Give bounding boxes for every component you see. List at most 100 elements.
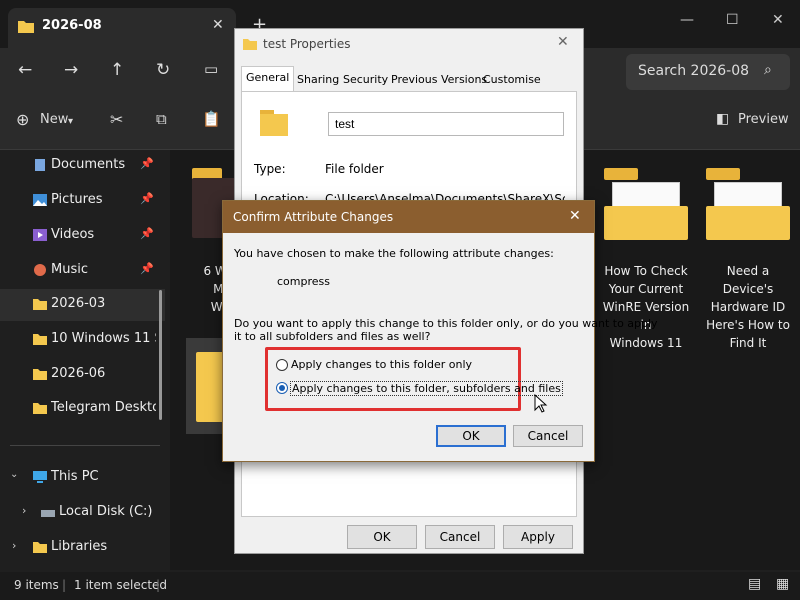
tab-sharing[interactable]: Sharing xyxy=(293,69,343,91)
folder-icon xyxy=(33,299,47,310)
tiles-view-icon[interactable]: ▦ xyxy=(776,576,789,592)
sidebar-item-2026-03[interactable]: 2026-03 xyxy=(0,289,165,321)
cut-icon[interactable]: ✂ xyxy=(110,110,123,129)
dialog-title: test Properties xyxy=(263,37,351,51)
confirm-attribute-changes-dialog: Confirm Attribute Changes ✕ You have cho… xyxy=(222,200,658,462)
folder-front xyxy=(706,206,790,240)
preview-button[interactable]: Preview xyxy=(738,112,789,127)
videos-icon xyxy=(33,229,47,241)
sidebar-item-documents[interactable]: Documents 📌 xyxy=(0,150,165,182)
sidebar-item-telegram-desktop[interactable]: Telegram Desktop xyxy=(0,393,165,425)
monitor-icon[interactable]: ▭ xyxy=(204,60,218,78)
folder-icon xyxy=(243,39,257,50)
radio-folder-only[interactable] xyxy=(276,359,288,371)
folder-icon xyxy=(33,369,47,380)
maximize-icon[interactable]: ☐ xyxy=(726,12,739,28)
file-item[interactable] xyxy=(706,168,790,244)
sidebar-item-label: This PC xyxy=(51,469,99,484)
question-line-2: it to all subfolders and files as well? xyxy=(234,330,431,343)
sidebar-item-label: 10 Windows 11 Setti xyxy=(51,331,156,346)
close-icon[interactable]: ✕ xyxy=(569,208,581,224)
mouse-cursor-icon xyxy=(534,394,548,413)
tab-title: 2026-08 xyxy=(42,18,102,33)
close-window-icon[interactable]: ✕ xyxy=(772,12,784,28)
highlight-box xyxy=(265,347,521,411)
search-input[interactable]: Search 2026-08 xyxy=(638,63,749,79)
sidebar-item-music[interactable]: Music 📌 xyxy=(0,255,165,287)
music-icon xyxy=(34,264,46,276)
chevron-right-icon[interactable]: › xyxy=(12,539,16,552)
refresh-icon[interactable]: ↻ xyxy=(156,60,170,80)
documents-icon xyxy=(35,159,45,171)
status-divider: | xyxy=(62,578,67,592)
pin-icon: 📌 xyxy=(140,227,154,240)
sidebar-item-label: 2026-03 xyxy=(51,296,106,311)
pin-icon: 📌 xyxy=(140,262,154,275)
tab-general[interactable]: General xyxy=(241,66,295,92)
sidebar-item-label: 2026-06 xyxy=(51,366,106,381)
apply-button[interactable]: Apply xyxy=(503,525,573,549)
sidebar-item-label: Telegram Desktop xyxy=(51,400,156,415)
up-icon[interactable]: ↑ xyxy=(110,60,124,80)
folder-front xyxy=(604,206,688,240)
search-box[interactable]: Search 2026-08 ⌕ xyxy=(626,54,790,90)
copy-icon[interactable]: ⧉ xyxy=(156,110,167,128)
drive-icon xyxy=(41,510,55,517)
pictures-icon xyxy=(33,194,47,206)
intro-text: You have chosen to make the following at… xyxy=(234,247,554,260)
search-icon[interactable]: ⌕ xyxy=(764,62,772,78)
explorer-tab[interactable]: 2026-08 ✕ xyxy=(8,8,236,48)
folder-icon xyxy=(33,403,47,414)
chevron-down-icon[interactable]: ⌄ xyxy=(10,469,18,480)
sidebar-divider xyxy=(10,445,160,446)
radio-all-subfolders-label[interactable]: Apply changes to this folder, subfolders… xyxy=(290,381,563,396)
sidebar-item-pictures[interactable]: Pictures 📌 xyxy=(0,185,165,217)
sidebar-item-libraries[interactable]: › Libraries xyxy=(0,532,165,564)
chevron-down-icon[interactable]: ▾ xyxy=(68,116,73,127)
close-tab-icon[interactable]: ✕ xyxy=(212,17,224,33)
file-caption: Need a Device's Hardware ID Here's How t… xyxy=(706,264,790,350)
ok-button[interactable]: OK xyxy=(347,525,417,549)
cancel-button[interactable]: Cancel xyxy=(513,425,583,447)
sidebar-item-this-pc[interactable]: ⌄ This PC xyxy=(0,462,165,494)
paste-icon[interactable]: 📋 xyxy=(202,110,221,128)
folder-icon xyxy=(18,21,34,33)
sidebar-item-2026-06[interactable]: 2026-06 xyxy=(0,359,165,391)
cancel-button[interactable]: Cancel xyxy=(425,525,495,549)
file-item[interactable] xyxy=(604,168,688,244)
status-divider: | xyxy=(156,578,161,592)
new-plus-icon[interactable]: ⊕ xyxy=(16,110,29,129)
computer-icon xyxy=(33,471,47,483)
new-button[interactable]: New xyxy=(40,112,68,127)
folder-name-input[interactable] xyxy=(328,112,564,136)
sidebar-scrollbar[interactable] xyxy=(159,290,162,420)
status-bar: 9 items | 1 item selected | ▤ ▦ xyxy=(0,572,800,600)
radio-folder-only-label[interactable]: Apply changes to this folder only xyxy=(291,358,472,371)
change-text: compress xyxy=(277,275,330,288)
sidebar-item-local-disk[interactable]: › Local Disk (C:) xyxy=(0,497,165,529)
chevron-right-icon[interactable]: › xyxy=(22,504,26,517)
tab-customise[interactable]: Customise xyxy=(479,69,545,91)
tab-previous-versions[interactable]: Previous Versions xyxy=(387,69,491,91)
tab-security[interactable]: Security xyxy=(339,69,392,91)
sidebar-item-videos[interactable]: Videos 📌 xyxy=(0,220,165,252)
type-value: File folder xyxy=(325,162,384,176)
radio-all-subfolders[interactable] xyxy=(276,382,288,394)
details-view-icon[interactable]: ▤ xyxy=(748,576,761,592)
folder-icon xyxy=(33,334,47,345)
close-icon[interactable]: ✕ xyxy=(557,34,569,50)
back-icon[interactable]: ← xyxy=(18,60,32,80)
dialog-title-bar: Confirm Attribute Changes ✕ xyxy=(223,201,594,233)
folder-icon xyxy=(33,542,47,553)
preview-pane-icon[interactable]: ◧ xyxy=(716,111,729,127)
pin-icon: 📌 xyxy=(140,192,154,205)
file-caption: How To Check Your Current WinRE Version … xyxy=(602,264,690,350)
minimize-icon[interactable]: — xyxy=(680,12,694,28)
selection-count: 1 item selected xyxy=(74,578,168,592)
sidebar-item-10-windows-11[interactable]: 10 Windows 11 Setti xyxy=(0,324,165,356)
dialog-title: Confirm Attribute Changes xyxy=(233,210,394,224)
type-label: Type: xyxy=(254,162,286,176)
sidebar-item-label: Local Disk (C:) xyxy=(59,504,153,519)
ok-button[interactable]: OK xyxy=(436,425,506,447)
forward-icon[interactable]: → xyxy=(64,60,78,80)
